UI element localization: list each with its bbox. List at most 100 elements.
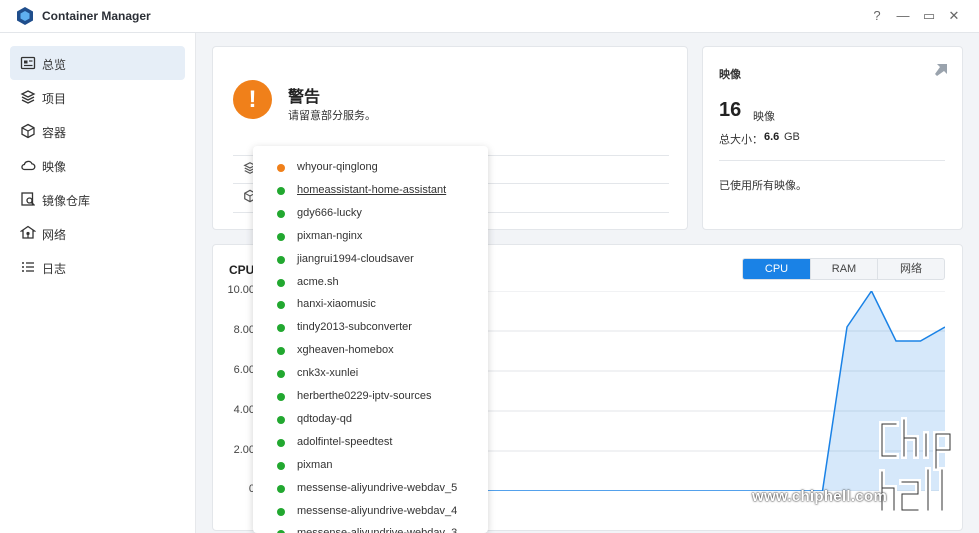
help-button[interactable]: ? — [868, 7, 886, 25]
sidebar-item-label: 镜像仓库 — [42, 194, 91, 208]
container-list-item[interactable]: qdtoday-qd — [253, 409, 488, 431]
container-list-item[interactable]: xgheaven-homebox — [253, 340, 488, 362]
status-dot-icon — [277, 461, 285, 470]
image-count-label: 映像 — [753, 111, 775, 123]
tab-ram[interactable]: RAM — [810, 259, 877, 279]
image-card: 映像 16 映像 总大小： 6.6 GB 已使用所有映像。 — [702, 46, 963, 230]
container-list-item[interactable]: messense-aliyundrive-webdav_5 — [253, 478, 488, 500]
container-name: qdtoday-qd — [297, 412, 353, 425]
container-list-item[interactable]: adolfintel-speedtest — [253, 432, 488, 454]
image-size-label: 总大小： — [719, 134, 763, 146]
image-size-value: 6.6 — [764, 131, 780, 143]
sidebar-item-overview[interactable]: 总览 — [10, 46, 185, 80]
tab-network[interactable]: 网络 — [877, 259, 944, 279]
sidebar-item-label: 网络 — [42, 228, 67, 242]
container-icon — [21, 123, 35, 139]
status-dot-icon — [277, 301, 285, 310]
chart-title: CPU — [229, 263, 255, 277]
status-dot-icon — [277, 347, 285, 356]
image-card-title: 映像 — [719, 69, 741, 81]
container-list-item[interactable]: tindy2013-subconverter — [253, 317, 488, 339]
container-list-item[interactable]: pixman — [253, 455, 488, 477]
y-tick-label: 4.00 — [233, 404, 255, 416]
status-subtitle: 请留意部分服务。 — [288, 110, 376, 122]
container-name: jiangrui1994-cloudsaver — [297, 252, 414, 265]
status-title: 警告 — [288, 89, 321, 106]
container-name: whyour-qinglong — [297, 161, 378, 173]
container-list-item[interactable]: homeassistant-home-assistant — [253, 180, 488, 202]
status-dot-icon — [277, 438, 285, 447]
sidebar-item-container[interactable]: 容器 — [10, 114, 185, 148]
sidebar-item-network[interactable]: 网络 — [10, 216, 185, 250]
image-cloud-icon — [21, 160, 36, 171]
minimize-button[interactable]: — — [894, 7, 912, 25]
sidebar-item-label: 总览 — [42, 58, 67, 72]
status-dot-icon — [277, 186, 285, 195]
container-name: pixman — [297, 458, 333, 471]
y-tick-label: 6.00 — [233, 364, 255, 376]
container-list-item[interactable]: whyour-qinglong — [253, 157, 488, 179]
image-count: 16 — [719, 99, 742, 121]
app-title: Container Manager — [42, 9, 151, 23]
container-list-item[interactable]: messense-aliyundrive-webdav_4 — [253, 501, 488, 523]
image-note: 已使用所有映像。 — [719, 180, 807, 192]
container-name: acme.sh — [297, 275, 339, 288]
container-name: gdy666-lucky — [297, 206, 362, 219]
network-icon — [20, 225, 36, 239]
sidebar-item-label: 项目 — [42, 92, 67, 106]
status-dot-icon — [277, 484, 285, 493]
container-list-item[interactable]: hanxi-xiaomusic — [253, 294, 488, 316]
sidebar-item-registry[interactable]: 镜像仓库 — [10, 182, 185, 216]
status-dot-icon — [277, 415, 285, 424]
divider — [719, 160, 945, 161]
container-list-item[interactable]: jiangrui1994-cloudsaver — [253, 249, 488, 271]
project-icon — [20, 90, 36, 104]
watermark-logo — [879, 417, 953, 513]
maximize-button[interactable]: ▭ — [920, 7, 938, 25]
y-tick-label: 8.00 — [233, 324, 255, 336]
status-dot-icon — [277, 393, 285, 401]
container-list-item[interactable]: pixman-nginx — [253, 226, 488, 248]
warning-icon: ! — [233, 80, 272, 119]
container-list-item[interactable]: acme.sh — [253, 272, 488, 294]
container-list-item[interactable]: messense-aliyundrive-webdav_3 — [253, 523, 488, 533]
container-manager-logo-icon — [17, 7, 33, 25]
container-name: herberthe0229-iptv-sources — [297, 390, 432, 402]
registry-icon — [21, 192, 36, 207]
sidebar-item-label: 日志 — [42, 262, 67, 276]
y-tick-label: 0 — [248, 483, 255, 495]
container-name: hanxi-xiaomusic — [297, 298, 376, 311]
container-list-item[interactable]: herberthe0229-iptv-sources — [253, 386, 488, 408]
sidebar-item-label: 映像 — [42, 160, 67, 174]
watermark-text: www.chiphell.com — [752, 488, 888, 505]
tab-cpu[interactable]: CPU — [743, 259, 810, 279]
container-name: messense-aliyundrive-webdav_3 — [297, 527, 457, 533]
sidebar-item-image[interactable]: 映像 — [10, 148, 185, 182]
container-name: messense-aliyundrive-webdav_4 — [297, 504, 458, 517]
container-list-item[interactable]: gdy666-lucky — [253, 203, 488, 225]
close-button[interactable]: ✕ — [945, 7, 963, 25]
sidebar-item-log[interactable]: 日志 — [10, 250, 185, 284]
overview-icon — [20, 56, 36, 70]
container-list-item[interactable]: cnk3x-xunlei — [253, 363, 488, 385]
sidebar-item-project[interactable]: 项目 — [10, 80, 185, 114]
status-dot-icon — [277, 255, 285, 264]
status-dot-icon — [277, 507, 285, 516]
container-name: adolfintel-speedtest — [297, 435, 393, 448]
status-dot-icon — [277, 324, 285, 333]
status-dot-icon — [277, 164, 285, 172]
y-tick-label: 2.00 — [233, 444, 255, 456]
sidebar: 总览 项目 容器 映像 镜像仓库 网络 日志 — [0, 33, 196, 533]
expand-arrow-icon[interactable] — [934, 63, 948, 77]
status-dot-icon — [277, 278, 285, 287]
container-name: homeassistant-home-assistant — [297, 183, 447, 196]
resource-tabs: CPU RAM 网络 — [742, 258, 945, 280]
container-name: tindy2013-subconverter — [297, 321, 412, 334]
container-dropdown-list: whyour-qinglong homeassistant-home-assist… — [253, 146, 488, 533]
status-dot-icon — [277, 209, 285, 218]
image-size-unit: GB — [784, 131, 800, 143]
status-dot-icon — [277, 370, 285, 379]
status-dot-icon — [277, 232, 285, 241]
sidebar-item-label: 容器 — [42, 126, 67, 140]
container-name: messense-aliyundrive-webdav_5 — [297, 481, 458, 494]
